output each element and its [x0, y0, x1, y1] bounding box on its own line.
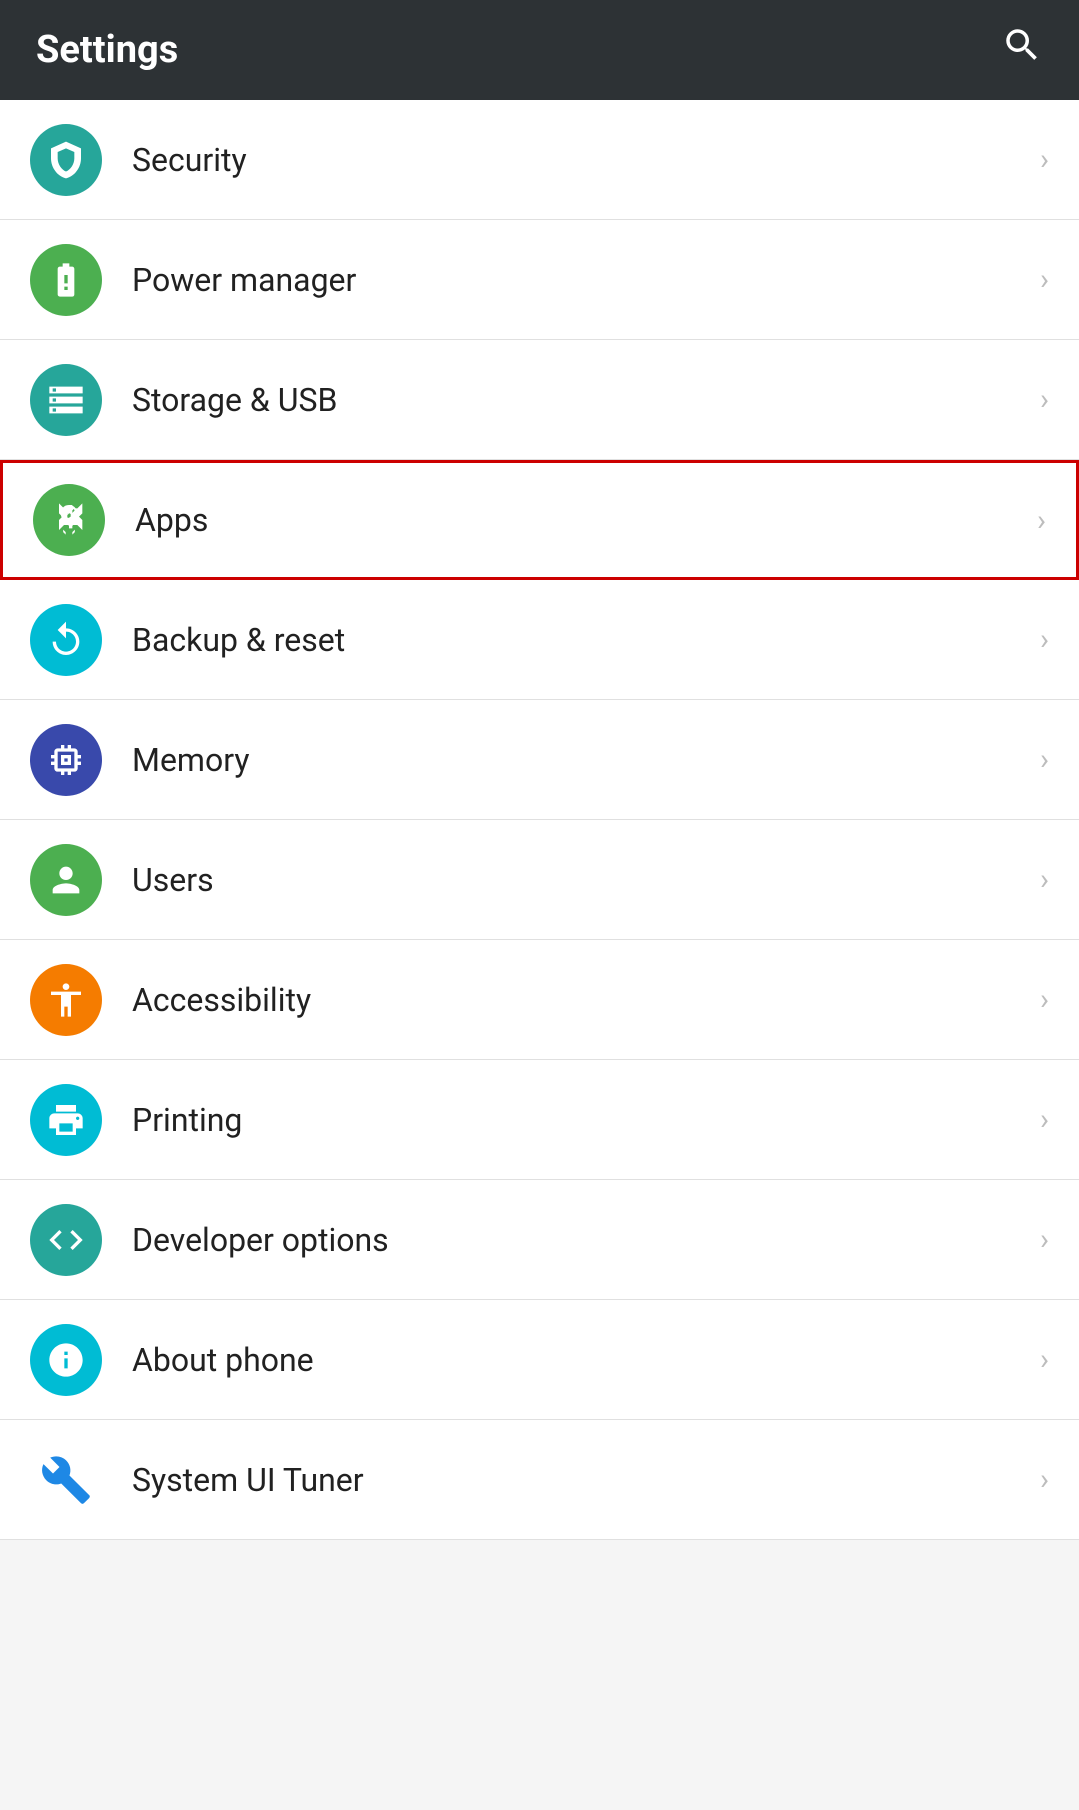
settings-list: Security › Power manager › Storage & USB…	[0, 100, 1079, 1540]
settings-item-security[interactable]: Security ›	[0, 100, 1079, 220]
apps-chevron: ›	[1037, 503, 1046, 538]
apps-label: Apps	[135, 501, 1027, 539]
printing-icon	[30, 1084, 102, 1156]
settings-item-accessibility[interactable]: Accessibility ›	[0, 940, 1079, 1060]
developer-options-label: Developer options	[132, 1221, 1030, 1259]
memory-icon	[30, 724, 102, 796]
settings-item-users[interactable]: Users ›	[0, 820, 1079, 940]
settings-item-memory[interactable]: Memory ›	[0, 700, 1079, 820]
storage-label: Storage & USB	[132, 381, 1030, 419]
storage-icon	[30, 364, 102, 436]
apps-icon	[33, 484, 105, 556]
backup-chevron: ›	[1040, 622, 1049, 657]
settings-item-system-ui-tuner[interactable]: System UI Tuner ›	[0, 1420, 1079, 1540]
security-label: Security	[132, 141, 1030, 179]
backup-icon	[30, 604, 102, 676]
settings-item-power-manager[interactable]: Power manager ›	[0, 220, 1079, 340]
about-phone-icon	[30, 1324, 102, 1396]
security-chevron: ›	[1040, 142, 1049, 177]
users-chevron: ›	[1040, 862, 1049, 897]
app-header: Settings	[0, 0, 1079, 100]
backup-label: Backup & reset	[132, 621, 1030, 659]
settings-item-about-phone[interactable]: About phone ›	[0, 1300, 1079, 1420]
memory-chevron: ›	[1040, 742, 1049, 777]
power-manager-label: Power manager	[132, 261, 1030, 299]
developer-options-icon	[30, 1204, 102, 1276]
about-phone-label: About phone	[132, 1341, 1030, 1379]
settings-item-storage-usb[interactable]: Storage & USB ›	[0, 340, 1079, 460]
storage-chevron: ›	[1040, 382, 1049, 417]
users-icon	[30, 844, 102, 916]
developer-options-chevron: ›	[1040, 1222, 1049, 1257]
power-manager-icon	[30, 244, 102, 316]
system-ui-tuner-chevron: ›	[1040, 1462, 1049, 1497]
security-icon	[30, 124, 102, 196]
page-title: Settings	[36, 28, 178, 72]
system-ui-tuner-label: System UI Tuner	[132, 1461, 1030, 1499]
settings-item-printing[interactable]: Printing ›	[0, 1060, 1079, 1180]
accessibility-label: Accessibility	[132, 981, 1030, 1019]
system-ui-tuner-icon	[30, 1444, 102, 1516]
settings-item-apps[interactable]: Apps ›	[0, 460, 1079, 580]
settings-item-developer-options[interactable]: Developer options ›	[0, 1180, 1079, 1300]
accessibility-icon	[30, 964, 102, 1036]
settings-item-backup-reset[interactable]: Backup & reset ›	[0, 580, 1079, 700]
about-phone-chevron: ›	[1040, 1342, 1049, 1377]
memory-label: Memory	[132, 741, 1030, 779]
users-label: Users	[132, 861, 1030, 899]
printing-chevron: ›	[1040, 1102, 1049, 1137]
printing-label: Printing	[132, 1101, 1030, 1139]
search-icon[interactable]	[1001, 24, 1043, 76]
accessibility-chevron: ›	[1040, 982, 1049, 1017]
power-manager-chevron: ›	[1040, 262, 1049, 297]
